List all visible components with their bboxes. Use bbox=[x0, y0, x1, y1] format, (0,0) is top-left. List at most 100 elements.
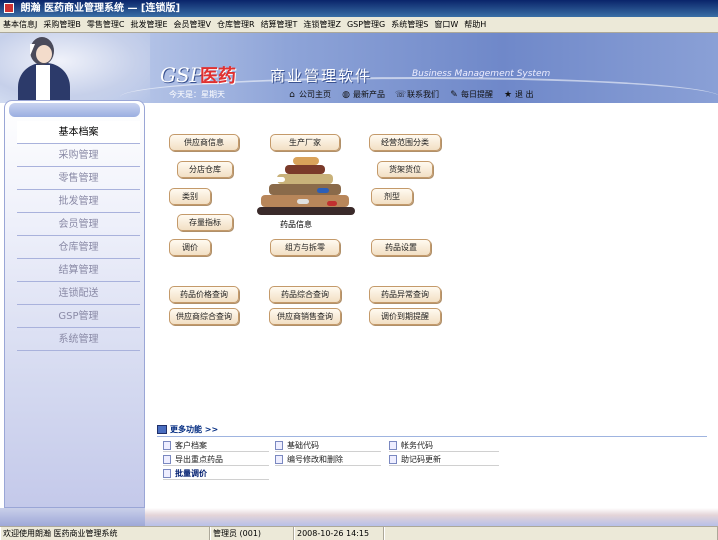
menu-chain[interactable]: 连锁管理Z bbox=[300, 17, 343, 32]
contact-us-link[interactable]: ☏ 联系我们 bbox=[395, 89, 439, 100]
window-title: 朗瀚 医药商业管理系统 — [连锁版] bbox=[20, 3, 181, 14]
status-datetime: 2008-10-26 14:15 bbox=[294, 527, 384, 540]
today-label: 今天是：星期天 bbox=[169, 90, 225, 99]
code-modify-delete-label: 编号修改和删除 bbox=[287, 454, 343, 464]
more-functions-icon bbox=[157, 424, 167, 434]
menu-purchase[interactable]: 采购管理B bbox=[40, 17, 84, 32]
drug-abnormal-query-button[interactable]: 药品异常查询 bbox=[369, 286, 441, 303]
sidebar-cap bbox=[9, 103, 140, 117]
shelf-position-button[interactable]: 货架货位 bbox=[377, 161, 433, 178]
brand-medicine: 医药 bbox=[200, 66, 236, 87]
document-icon bbox=[275, 454, 283, 464]
menu-window[interactable]: 窗口W bbox=[431, 17, 461, 32]
supplier-info-button[interactable]: 供应商信息 bbox=[169, 134, 239, 151]
contact-us-label: 联系我们 bbox=[407, 90, 439, 99]
account-code-label: 帐务代码 bbox=[401, 440, 433, 450]
notepad-icon: ✎ bbox=[450, 89, 458, 100]
supplier-sales-query-button[interactable]: 供应商销售查询 bbox=[269, 308, 341, 325]
batch-price-link[interactable]: 批量调价 bbox=[163, 467, 269, 480]
menu-basic-info[interactable]: 基本信息J bbox=[0, 17, 40, 32]
document-icon bbox=[163, 440, 171, 450]
drug-info-image[interactable] bbox=[257, 155, 357, 215]
menu-wholesale[interactable]: 批发管理E bbox=[127, 17, 170, 32]
menu-retail[interactable]: 零售管理C bbox=[84, 17, 128, 32]
sidebar-item-settlement[interactable]: 结算管理 bbox=[17, 259, 140, 282]
menu-bar: 基本信息J 采购管理B 零售管理C 批发管理E 会员管理V 仓库管理R 结算管理… bbox=[0, 17, 718, 33]
sidebar-item-chain-distribution[interactable]: 连锁配送 bbox=[17, 282, 140, 305]
price-due-reminder-button[interactable]: 调价到期提醒 bbox=[369, 308, 441, 325]
mouse-cursor-icon bbox=[30, 44, 35, 56]
exit-label: 退 出 bbox=[515, 90, 534, 99]
batch-price-label: 批量调价 bbox=[175, 468, 207, 478]
sidebar-nav: 基本档案 采购管理 零售管理 批发管理 会员管理 仓库管理 结算管理 连锁配送 … bbox=[17, 121, 140, 351]
compose-split-button[interactable]: 组方与拆零 bbox=[270, 239, 340, 256]
daily-reminder-link[interactable]: ✎ 每日提醒 bbox=[449, 89, 493, 100]
basic-code-link[interactable]: 基础代码 bbox=[275, 439, 381, 452]
supplier-combined-query-button[interactable]: 供应商综合查询 bbox=[169, 308, 239, 325]
document-icon bbox=[389, 440, 397, 450]
business-scope-button[interactable]: 经营范围分类 bbox=[369, 134, 441, 151]
export-key-drugs-link[interactable]: 导出重点药品 bbox=[163, 453, 269, 466]
more-functions-header[interactable]: 更多功能 >> bbox=[157, 423, 707, 435]
new-products-link[interactable]: ◍ 最新产品 bbox=[341, 89, 385, 100]
menu-gsp[interactable]: GSP管理G bbox=[344, 17, 388, 32]
price-adjust-button[interactable]: 调价 bbox=[169, 239, 211, 256]
menu-system[interactable]: 系统管理S bbox=[388, 17, 431, 32]
main-panel: 供应商信息 生产厂家 经营范围分类 分店仓库 货架货位 药品信息 类别 剂型 存… bbox=[145, 103, 718, 508]
menu-warehouse[interactable]: 仓库管理R bbox=[214, 17, 258, 32]
document-icon bbox=[163, 468, 171, 478]
company-home-label: 公司主页 bbox=[299, 90, 331, 99]
drug-settings-button[interactable]: 药品设置 bbox=[371, 239, 431, 256]
status-user: 管理员 (001) bbox=[210, 527, 294, 540]
document-icon bbox=[275, 440, 283, 450]
brand-gsp: GSP bbox=[160, 63, 204, 87]
category-button[interactable]: 类别 bbox=[169, 188, 211, 205]
stock-indicator-button[interactable]: 存量指标 bbox=[177, 214, 233, 231]
dosage-form-button[interactable]: 剂型 bbox=[371, 188, 413, 205]
customer-archive-link[interactable]: 客户档案 bbox=[163, 439, 269, 452]
company-home-link[interactable]: ⌂ 公司主页 bbox=[287, 89, 331, 100]
sidebar-item-member[interactable]: 会员管理 bbox=[17, 213, 140, 236]
phone-icon: ☏ bbox=[395, 89, 407, 100]
more-functions-grid: 客户档案 基础代码 帐务代码 导出重点药品 编号修改和删除 助记码更新 批量调价 bbox=[157, 439, 707, 484]
sidebar-footer bbox=[0, 508, 145, 526]
app-window: 朗瀚 医药商业管理系统 — [连锁版] 基本信息J 采购管理B 零售管理C 批发… bbox=[0, 0, 718, 540]
sidebar-item-basic-archive[interactable]: 基本档案 bbox=[17, 121, 140, 144]
menu-settlement[interactable]: 结算管理T bbox=[258, 17, 301, 32]
drug-info-label[interactable]: 药品信息 bbox=[280, 219, 312, 230]
sidebar-item-purchase[interactable]: 采购管理 bbox=[17, 144, 140, 167]
brand-subtitle-en: Business Management System bbox=[412, 69, 551, 79]
app-icon bbox=[4, 3, 14, 13]
info-strip: 今天是：星期天 ⌂ 公司主页 ◍ 最新产品 ☏ 联系我们 ✎ 每日提醒 ★ 退 … bbox=[145, 86, 718, 103]
sidebar-item-system[interactable]: 系统管理 bbox=[17, 328, 140, 351]
home-icon: ⌂ bbox=[289, 89, 295, 100]
sidebar-item-warehouse[interactable]: 仓库管理 bbox=[17, 236, 140, 259]
account-code-link[interactable]: 帐务代码 bbox=[389, 439, 499, 452]
more-functions-divider bbox=[157, 436, 707, 437]
drug-combined-query-button[interactable]: 药品综合查询 bbox=[269, 286, 341, 303]
footer-band bbox=[145, 508, 718, 526]
sidebar-item-wholesale[interactable]: 批发管理 bbox=[17, 190, 140, 213]
menu-help[interactable]: 帮助H bbox=[461, 17, 489, 32]
sidebar-item-retail[interactable]: 零售管理 bbox=[17, 167, 140, 190]
document-icon bbox=[163, 454, 171, 464]
branch-warehouse-button[interactable]: 分店仓库 bbox=[177, 161, 233, 178]
sidebar-item-gsp[interactable]: GSP管理 bbox=[17, 305, 140, 328]
status-bar: 欢迎使用朗瀚 医药商业管理系统 管理员 (001) 2008-10-26 14:… bbox=[0, 526, 718, 540]
drug-price-query-button[interactable]: 药品价格查询 bbox=[169, 286, 239, 303]
export-key-drugs-label: 导出重点药品 bbox=[175, 454, 223, 464]
star-icon: ★ bbox=[503, 89, 513, 100]
more-functions-title: 更多功能 >> bbox=[170, 424, 219, 434]
mnemonic-update-label: 助记码更新 bbox=[401, 454, 441, 464]
menu-member[interactable]: 会员管理V bbox=[171, 17, 214, 32]
status-empty bbox=[384, 527, 718, 540]
exit-link[interactable]: ★ 退 出 bbox=[503, 89, 534, 100]
manufacturer-button[interactable]: 生产厂家 bbox=[270, 134, 340, 151]
code-modify-delete-link[interactable]: 编号修改和删除 bbox=[275, 453, 381, 466]
document-icon bbox=[389, 454, 397, 464]
brand-subtitle: 商业管理软件 bbox=[270, 67, 373, 85]
status-welcome: 欢迎使用朗瀚 医药商业管理系统 bbox=[0, 527, 210, 540]
title-bar: 朗瀚 医药商业管理系统 — [连锁版] bbox=[0, 0, 718, 17]
more-functions-section: 更多功能 >> 客户档案 基础代码 帐务代码 导出重点药品 编号修改和删除 助记… bbox=[157, 423, 707, 484]
mnemonic-update-link[interactable]: 助记码更新 bbox=[389, 453, 499, 466]
